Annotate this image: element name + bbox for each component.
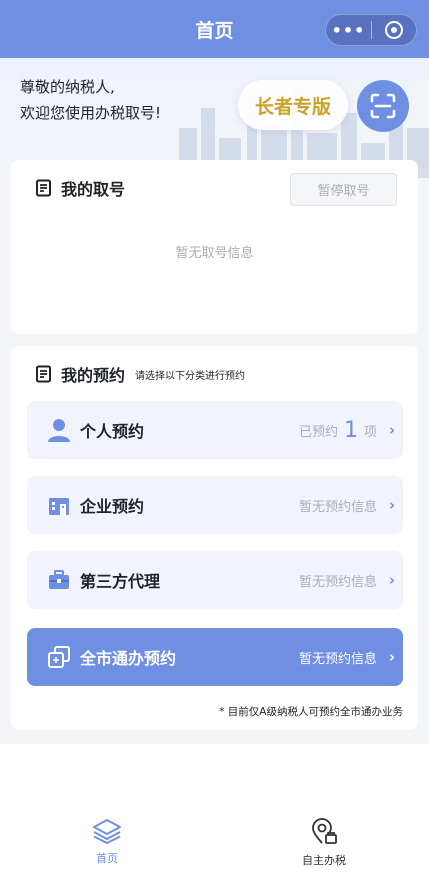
more-button[interactable]: ••• <box>326 21 371 40</box>
queue-empty-text: 暂无取号信息 <box>175 246 254 261</box>
elder-version-button[interactable]: 长者专版 <box>238 80 348 130</box>
close-button[interactable] <box>372 21 416 39</box>
appointment-card-header: 我的预约 请选择以下分类进行预约 <box>35 362 245 386</box>
chevron-right-icon: › <box>388 496 395 514</box>
enterprise-appointment-label: 企业预约 <box>80 497 145 516</box>
navigation-bar: 首页 ••• <box>0 0 429 58</box>
greeting-line-2: 欢迎您使用办税取号! <box>20 104 162 122</box>
enterprise-appointment-status: 暂无预约信息 <box>298 499 377 515</box>
status-suffix: 项 <box>363 424 377 440</box>
personal-appointment-status: 已预约 1 项 <box>299 418 377 443</box>
mini-program-capsule: ••• <box>325 14 417 46</box>
queue-card-header: 我的取号 <box>35 176 125 200</box>
status-prefix: 已预约 <box>298 424 338 440</box>
third-party-agent-label: 第三方代理 <box>80 572 161 591</box>
my-appointment-card: 我的预约 请选择以下分类进行预约 个人预约 已预约 1 项 › 企业预约 暂无预… <box>11 346 418 730</box>
scan-icon <box>370 93 396 119</box>
third-party-agent-row[interactable]: 第三方代理 暂无预约信息 › <box>27 551 403 609</box>
tab-home[interactable]: 首页 <box>67 818 147 866</box>
chevron-right-icon: › <box>388 421 395 439</box>
citywide-appointment-status: 暂无预约信息 <box>298 651 377 667</box>
tab-home-label: 首页 <box>96 852 118 865</box>
document-icon <box>36 365 51 383</box>
tab-self-service[interactable]: 自主办税 <box>284 818 364 868</box>
layers-icon <box>93 819 121 844</box>
personal-appointment-label: 个人预约 <box>80 422 145 441</box>
briefcase-icon <box>45 566 73 594</box>
enterprise-appointment-row[interactable]: 企业预约 暂无预约信息 › <box>27 476 403 534</box>
third-party-agent-status: 暂无预约信息 <box>298 574 377 590</box>
queue-card-title: 我的取号 <box>61 180 126 199</box>
citywide-appointment-label: 全市通办预约 <box>80 649 177 668</box>
chevron-right-icon: › <box>388 571 395 589</box>
copy-icon <box>45 643 73 671</box>
document-icon <box>36 179 51 197</box>
page-title: 首页 <box>195 19 234 42</box>
appointment-card-title: 我的预约 <box>61 366 126 385</box>
chevron-right-icon: › <box>388 648 395 666</box>
my-queue-card: 我的取号 暂停取号 暂无取号信息 <box>11 160 418 334</box>
citywide-note: * 目前仅A级纳税人可预约全市通办业务 <box>219 706 403 718</box>
person-icon <box>45 416 73 444</box>
personal-appointment-row[interactable]: 个人预约 已预约 1 项 › <box>27 401 403 459</box>
building-icon <box>45 491 73 519</box>
location-icon <box>312 818 337 844</box>
scan-button[interactable] <box>357 80 409 132</box>
tab-self-service-label: 自主办税 <box>302 854 346 867</box>
citywide-appointment-row[interactable]: 全市通办预约 暂无预约信息 › <box>27 628 403 686</box>
tab-bar: 首页 自主办税 <box>0 800 429 874</box>
close-target-icon <box>384 21 403 39</box>
pause-queue-button[interactable]: 暂停取号 <box>290 173 397 206</box>
appointment-card-subtitle: 请选择以下分类进行预约 <box>135 370 246 382</box>
greeting-line-1: 尊敬的纳税人, <box>20 78 115 96</box>
appointment-count: 1 <box>343 417 358 443</box>
